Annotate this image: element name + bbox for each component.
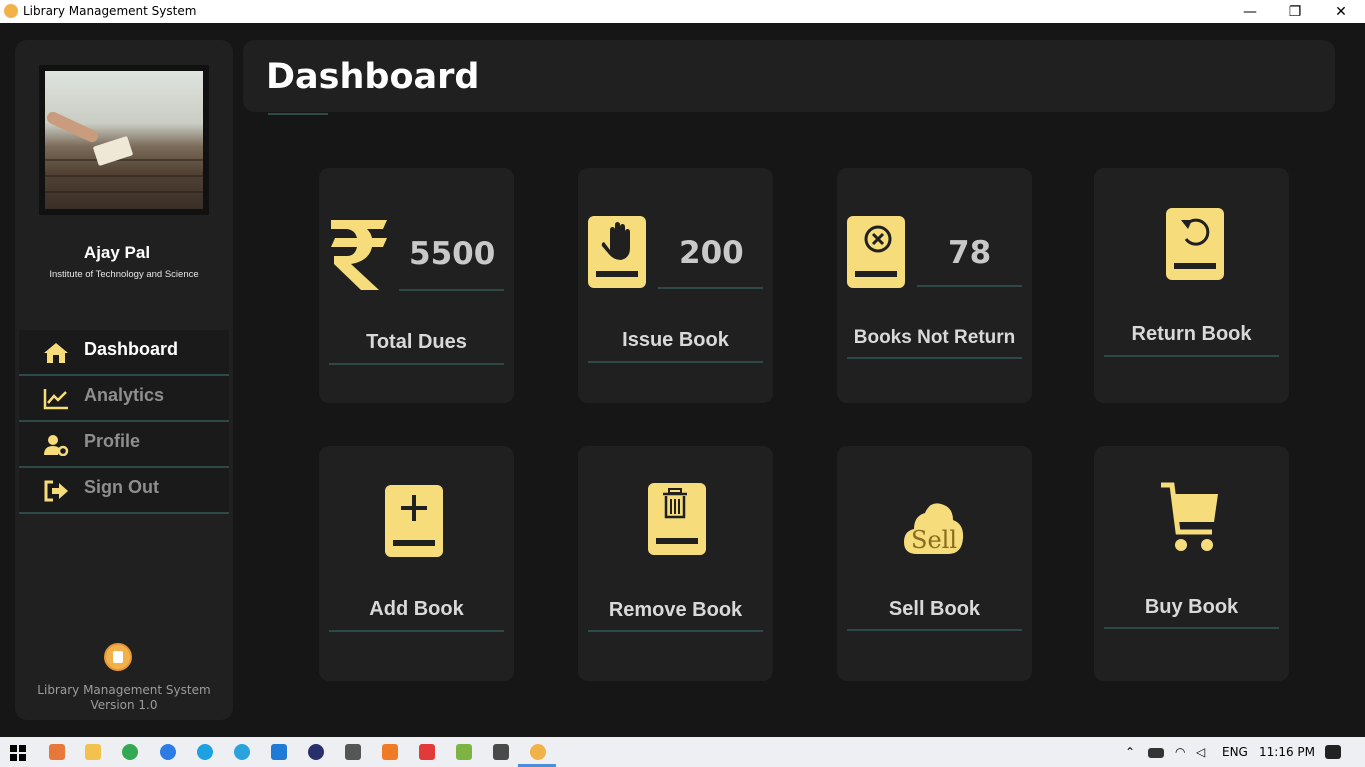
sidebar-item-label: Dashboard	[84, 339, 179, 359]
user-institute: Institute of Technology and Science	[49, 269, 199, 280]
buy-book-label: Buy Book	[1144, 596, 1239, 618]
sidebar-item-profile[interactable]: Profile	[19, 422, 229, 468]
title-bar: Library Management System — ❐ ✕	[0, 0, 1365, 23]
window-title: Library Management System	[23, 4, 197, 18]
add-book-label: Add Book	[369, 598, 464, 620]
user-name: Ajay Pal	[83, 243, 151, 262]
book-trash-icon	[648, 483, 706, 555]
sidebar-item-label: Analytics	[84, 385, 165, 405]
windows-start-icon[interactable]	[10, 745, 26, 761]
label-underline	[588, 630, 763, 632]
total-dues-value: 5500	[409, 236, 496, 272]
vscode-icon[interactable]	[271, 744, 287, 760]
library-app-taskbar-icon[interactable]	[530, 744, 546, 760]
app-version-info: Library Management System Version 1.0	[15, 683, 233, 713]
book-return-icon	[1166, 208, 1224, 280]
sell-cloud-icon: Sell	[904, 503, 964, 554]
chart-icon	[43, 389, 68, 410]
remove-book-card[interactable]: Remove Book	[578, 446, 773, 681]
minimize-button[interactable]: —	[1227, 0, 1273, 23]
sidebar-item-analytics[interactable]: Analytics	[19, 376, 229, 422]
books-not-return-card[interactable]: 78 Books Not Return	[837, 168, 1032, 403]
color-picker-icon[interactable]	[345, 744, 361, 760]
app-name: Library Management System	[37, 683, 211, 697]
book-x-icon	[847, 216, 905, 288]
return-book-label: Return Book	[1131, 323, 1252, 345]
chrome-icon[interactable]	[122, 744, 138, 760]
cart-icon	[1161, 482, 1218, 551]
taskbar: ⌃ ◠ ◁ ENG 11:16 PM	[0, 737, 1365, 767]
anydesk-icon[interactable]	[419, 744, 435, 760]
home-icon	[44, 343, 68, 363]
language-indicator[interactable]: ENG	[1222, 745, 1248, 759]
remove-book-label: Remove Book	[608, 599, 743, 621]
value-underline	[399, 289, 504, 291]
avatar	[39, 65, 209, 215]
volume-icon[interactable]: ◁	[1196, 745, 1205, 759]
sell-icon-text: Sell	[911, 526, 957, 554]
label-underline	[1104, 355, 1279, 357]
sidebar-item-dashboard[interactable]: Dashboard	[19, 330, 229, 376]
sell-book-label: Sell Book	[888, 598, 981, 620]
page-title: Dashboard	[266, 57, 480, 97]
issue-book-card[interactable]: 200 Issue Book	[578, 168, 773, 403]
label-underline	[329, 363, 504, 365]
sidebar-item-label: Profile	[84, 431, 141, 451]
add-book-card[interactable]: Add Book	[319, 446, 514, 681]
page-header: Dashboard	[243, 40, 1335, 115]
screenshot-icon[interactable]	[493, 744, 509, 760]
books-not-return-label: Books Not Return	[853, 327, 1016, 348]
app-version: Version 1.0	[90, 698, 158, 712]
label-underline	[847, 629, 1022, 631]
sidebar-item-label: Sign Out	[84, 477, 159, 497]
sign-out-icon	[44, 480, 68, 502]
eclipse-icon[interactable]	[308, 744, 324, 760]
restore-button[interactable]: ❐	[1272, 0, 1318, 23]
user-gear-icon	[44, 435, 69, 456]
close-button[interactable]: ✕	[1318, 0, 1364, 23]
file-explorer-icon[interactable]	[85, 744, 101, 760]
issue-book-label: Issue Book	[622, 329, 729, 351]
app-logo-icon	[4, 4, 18, 18]
issue-book-value: 200	[679, 235, 744, 271]
chevron-up-icon[interactable]: ⌃	[1125, 745, 1135, 759]
label-underline	[329, 630, 504, 632]
total-dues-label: Total Dues	[366, 331, 467, 353]
messenger-icon[interactable]	[160, 744, 176, 760]
notification-icon[interactable]	[1325, 745, 1341, 759]
app-window: Ajay Pal Institute of Technology and Sci…	[0, 23, 1365, 737]
wifi-icon[interactable]: ◠	[1175, 745, 1185, 759]
sell-book-card[interactable]: Sell Sell Book	[837, 446, 1032, 681]
profile-photo	[45, 71, 203, 209]
return-book-card[interactable]: Return Book	[1094, 168, 1289, 403]
label-underline	[847, 357, 1022, 359]
media-player-icon[interactable]	[49, 744, 65, 760]
app-logo-icon	[104, 643, 132, 671]
sidebar-item-sign-out[interactable]: Sign Out	[19, 468, 229, 514]
clock[interactable]: 11:16 PM	[1259, 745, 1315, 759]
buy-book-card[interactable]: Buy Book	[1094, 446, 1289, 681]
total-dues-card[interactable]: 5500 Total Dues	[319, 168, 514, 403]
books-not-return-value: 78	[948, 235, 992, 271]
book-plus-icon	[385, 485, 443, 557]
app-orange-icon[interactable]	[382, 744, 398, 760]
rupee-icon	[331, 220, 387, 290]
sidebar: Ajay Pal Institute of Technology and Sci…	[15, 40, 233, 720]
skype-icon[interactable]	[197, 744, 213, 760]
book-hand-icon	[588, 216, 646, 288]
label-underline	[1104, 627, 1279, 629]
battery-icon[interactable]	[1148, 748, 1164, 758]
title-underline	[268, 113, 328, 115]
value-underline	[917, 285, 1022, 287]
telegram-icon[interactable]	[234, 744, 250, 760]
sidebar-nav: Dashboard Analytics Profile Sign Out	[19, 330, 229, 514]
value-underline	[658, 287, 763, 289]
label-underline	[588, 361, 763, 363]
store-icon[interactable]	[456, 744, 472, 760]
